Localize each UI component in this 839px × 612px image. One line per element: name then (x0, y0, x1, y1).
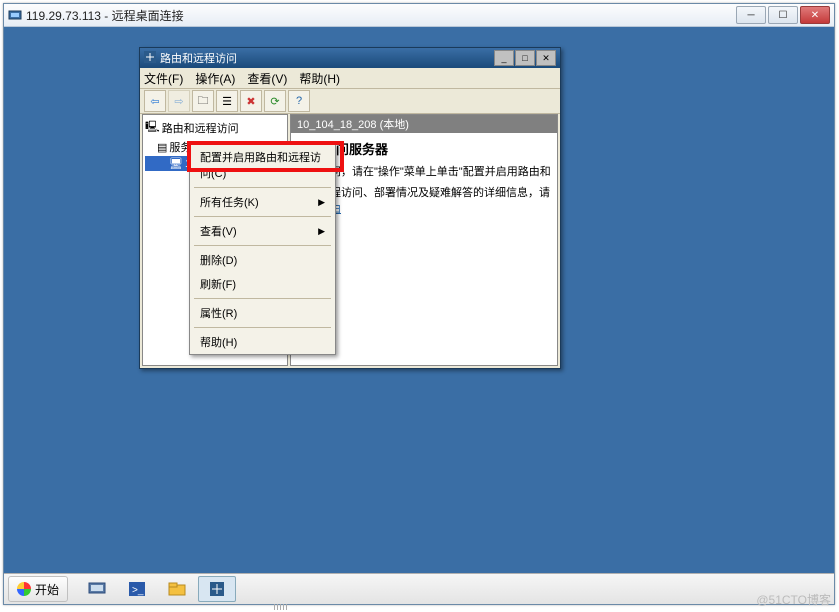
toolbar-help-icon[interactable]: ? (288, 90, 310, 112)
taskbar: 开始 >_ (4, 573, 834, 604)
ctx-sep (194, 327, 331, 328)
rdp-window: 119.29.73.113 - 远程桌面连接 ─ ☐ ✕ 路由和远程访问 _ □… (3, 3, 835, 605)
mmc-minimize-button[interactable]: _ (494, 50, 514, 66)
toolbar-props-icon[interactable]: ☰ (216, 90, 238, 112)
ctx-sep (194, 187, 331, 188)
start-button[interactable]: 开始 (8, 576, 68, 602)
submenu-arrow-icon: ▶ (318, 197, 325, 208)
mmc-titlebar[interactable]: 路由和远程访问 _ □ ✕ (140, 48, 560, 68)
rdp-title-text: 119.29.73.113 - 远程桌面连接 (26, 7, 732, 24)
ctx-all-tasks[interactable]: 所有任务(K) ▶ (190, 190, 335, 214)
windows-orb-icon (17, 582, 31, 596)
toolbar-up-icon[interactable]: 🗀 (192, 90, 214, 112)
ctx-delete[interactable]: 删除(D) (190, 248, 335, 272)
taskbar-rras[interactable] (198, 576, 236, 602)
tree-root[interactable]: 🖳 路由和远程访问 (145, 117, 285, 138)
content-header: 10_104_18_208 (本地) (291, 115, 557, 133)
toolbar-back-icon[interactable]: ⇦ (144, 90, 166, 112)
ctx-sep (194, 245, 331, 246)
watermark: @51CTO博客 (756, 591, 831, 608)
submenu-arrow-icon: ▶ (318, 226, 325, 237)
tree-root-icon: 🖳 (145, 118, 160, 137)
mmc-close-button[interactable]: ✕ (536, 50, 556, 66)
menu-help[interactable]: 帮助(H) (299, 70, 340, 87)
start-label: 开始 (35, 581, 59, 598)
ctx-help[interactable]: 帮助(H) (190, 330, 335, 354)
toolbar-forward-icon[interactable]: ⇨ (168, 90, 190, 112)
menu-action[interactable]: 操作(A) (195, 70, 235, 87)
toolbar-delete-icon[interactable]: ✖ (240, 90, 262, 112)
resize-grip (270, 604, 290, 610)
ctx-all-tasks-label: 所有任务(K) (200, 194, 259, 210)
ctx-configure-label: 配置并启用路由和远程访问(C) (200, 149, 325, 181)
taskbar-explorer[interactable] (158, 576, 196, 602)
mmc-app-icon (144, 51, 156, 66)
svg-text:>_: >_ (132, 585, 144, 596)
ctx-refresh-label: 刷新(F) (200, 276, 236, 292)
ctx-delete-label: 删除(D) (200, 252, 237, 268)
mmc-maximize-button[interactable]: □ (515, 50, 535, 66)
mmc-menubar: 文件(F) 操作(A) 查看(V) 帮助(H) (140, 68, 560, 89)
tree-doc-icon: ▤ (157, 141, 167, 154)
menu-file[interactable]: 文件(F) (144, 70, 183, 87)
background-word-title: 腾讯云win08系统pptpVPN的简单配置.doc - Word (0, 0, 839, 1)
rdp-icon (8, 8, 22, 22)
context-menu: 配置并启用路由和远程访问(C) 所有任务(K) ▶ 查看(V) ▶ 删除(D) 刷新… (189, 144, 336, 355)
ctx-sep (194, 216, 331, 217)
ctx-sep (194, 298, 331, 299)
tree-root-label: 路由和远程访问 (162, 120, 239, 136)
ctx-configure[interactable]: 配置并启用路由和远程访问(C) (190, 145, 335, 185)
toolbar-refresh-icon[interactable]: ⟳ (264, 90, 286, 112)
rdp-titlebar[interactable]: 119.29.73.113 - 远程桌面连接 ─ ☐ ✕ (4, 4, 834, 27)
rdp-close-button[interactable]: ✕ (800, 6, 830, 24)
taskbar-powershell[interactable]: >_ (118, 576, 156, 602)
ctx-properties[interactable]: 属性(R) (190, 301, 335, 325)
remote-desktop[interactable]: 路由和远程访问 _ □ ✕ 文件(F) 操作(A) 查看(V) 帮助(H) ⇦ … (4, 27, 834, 604)
ctx-view[interactable]: 查看(V) ▶ (190, 219, 335, 243)
taskbar-server-manager[interactable] (78, 576, 116, 602)
rdp-minimize-button[interactable]: ─ (736, 6, 766, 24)
ctx-refresh[interactable]: 刷新(F) (190, 272, 335, 296)
menu-view[interactable]: 查看(V) (247, 70, 287, 87)
ctx-properties-label: 属性(R) (200, 305, 237, 321)
tree-server-icon: 🖥 (169, 157, 183, 170)
mmc-title-text: 路由和远程访问 (160, 50, 490, 66)
ctx-help-label: 帮助(H) (200, 334, 237, 350)
ctx-view-label: 查看(V) (200, 223, 237, 239)
mmc-toolbar: ⇦ ⇨ 🗀 ☰ ✖ ⟳ ? (140, 89, 560, 114)
rdp-maximize-button[interactable]: ☐ (768, 6, 798, 24)
